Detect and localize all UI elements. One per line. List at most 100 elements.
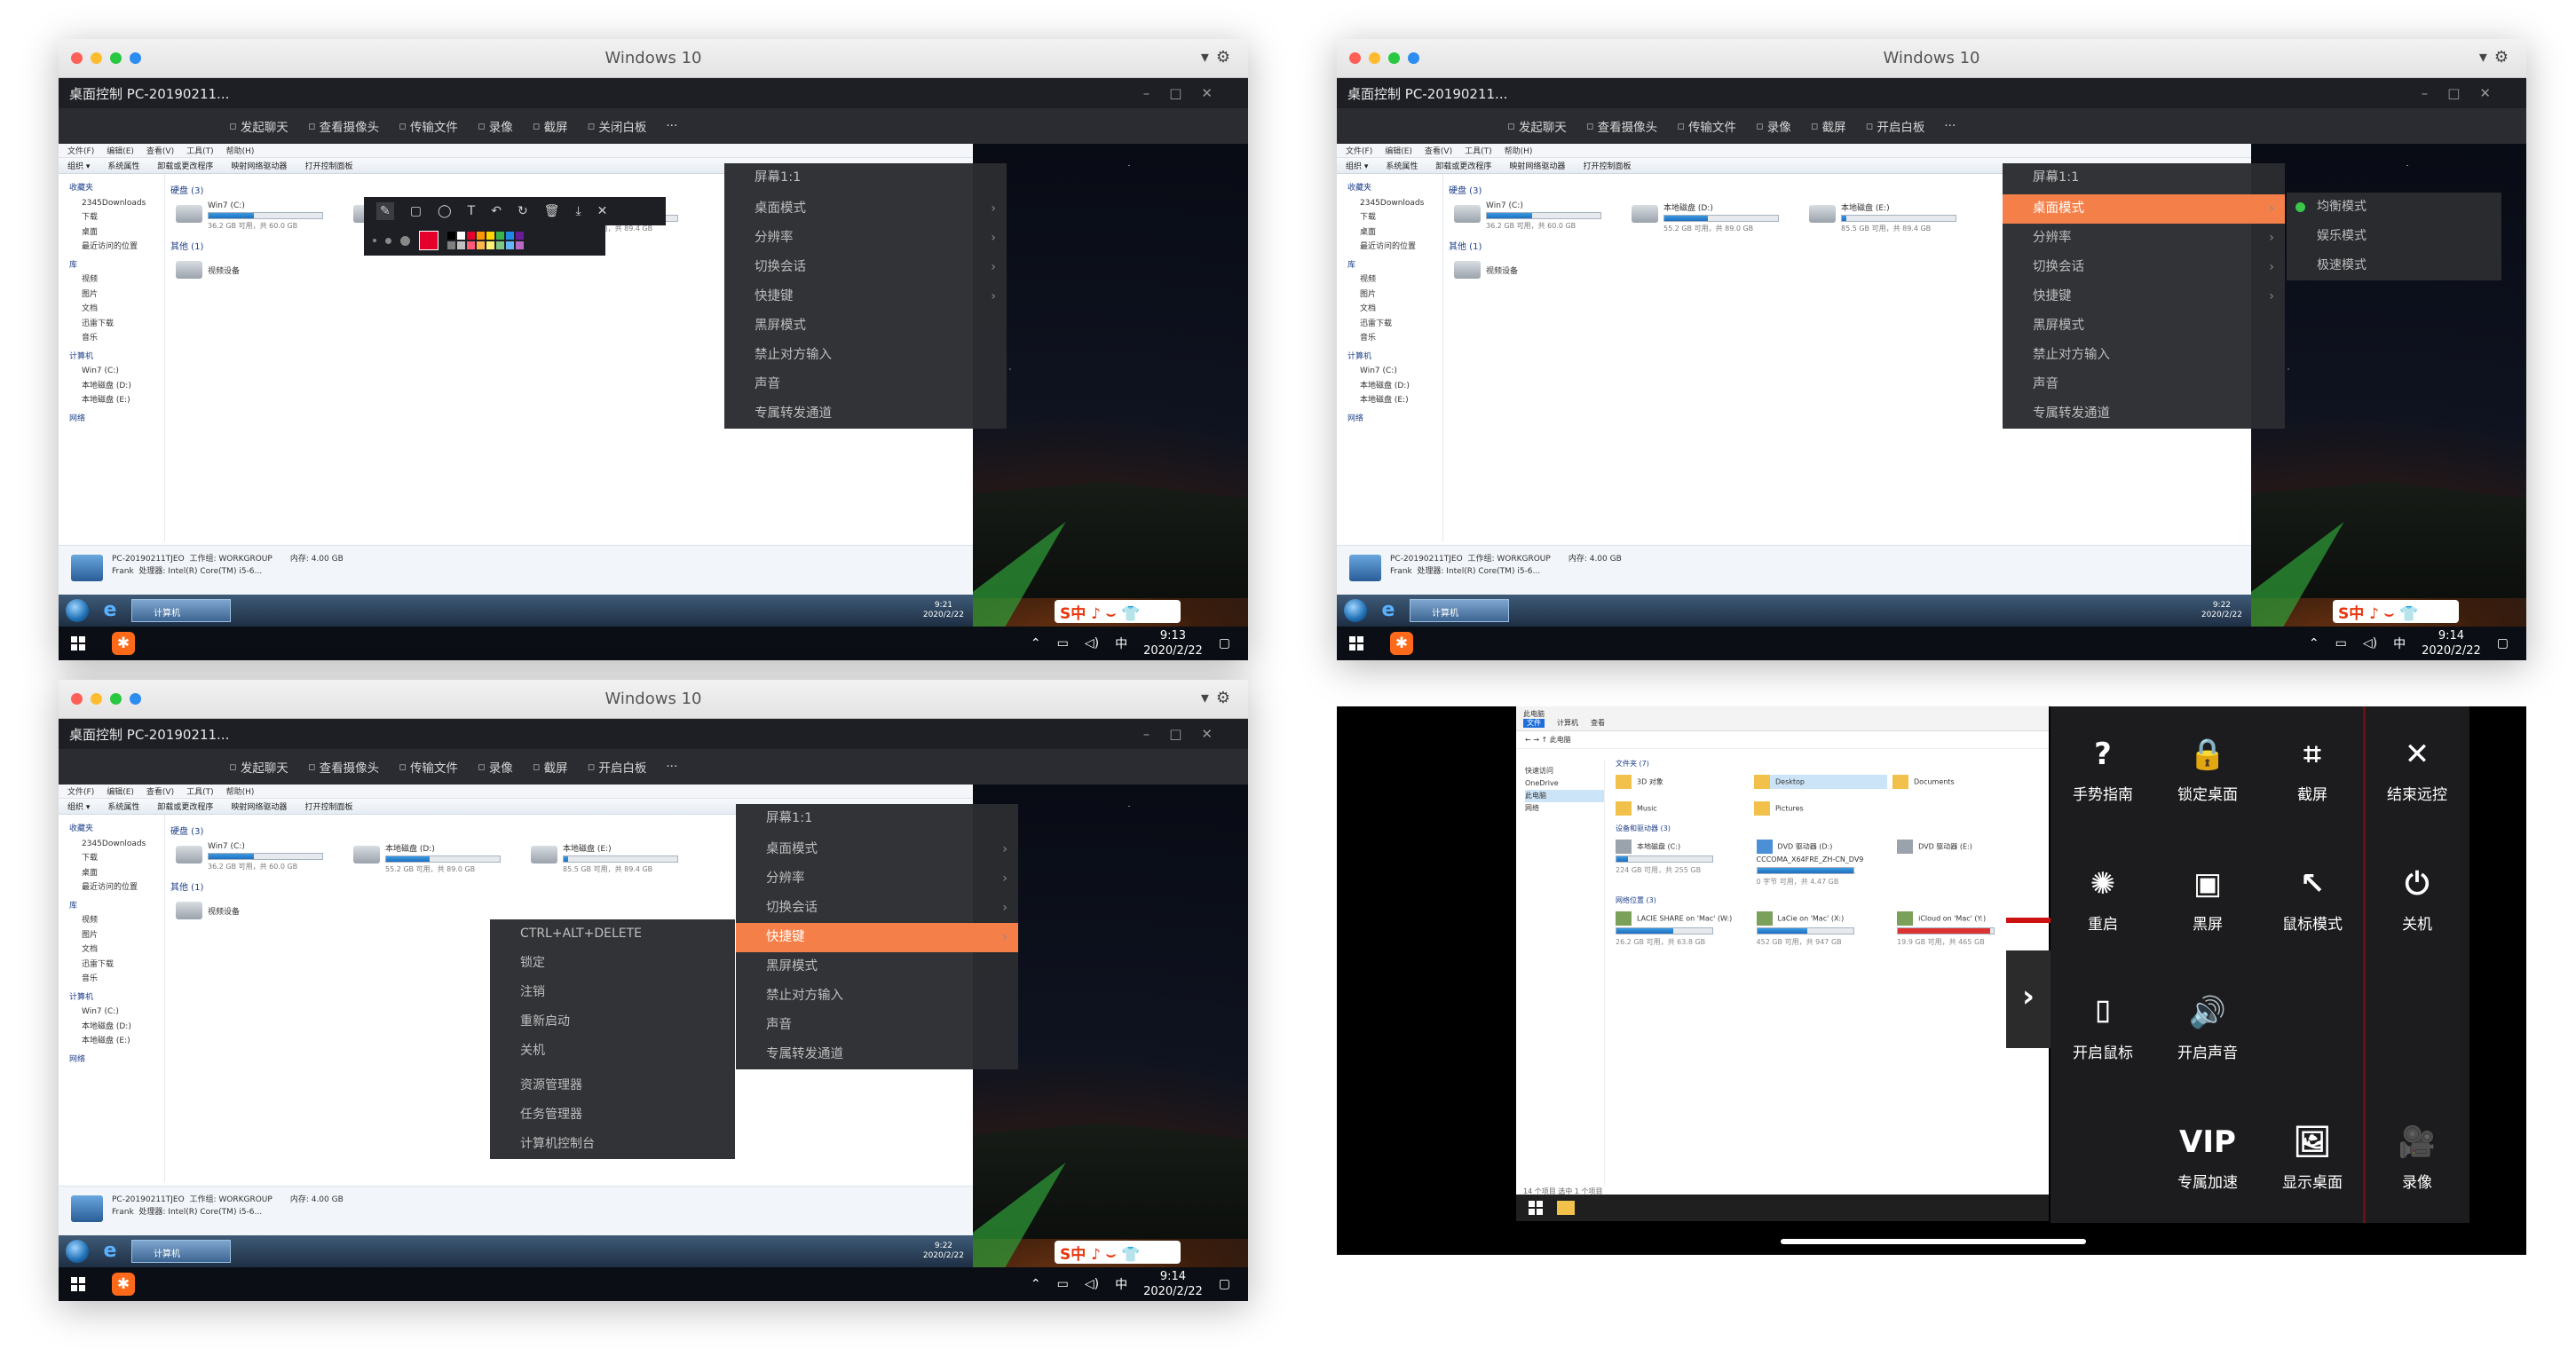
explorer-sidebar-item[interactable]: 计算机 [1347, 350, 1442, 365]
windows-start-icon[interactable] [1349, 636, 1363, 651]
explorer-command[interactable]: 映射网络驱动器 [231, 160, 287, 171]
explorer-menu-item[interactable]: 查看(V) [146, 145, 174, 156]
menu-item[interactable]: 快捷键 › [724, 282, 1007, 311]
tray-network-icon[interactable]: ▭ [1057, 1277, 1069, 1291]
taskbar-computer-button[interactable]: 计算机 [131, 599, 231, 622]
menu-item[interactable]: 声音 [736, 1011, 1018, 1040]
ipad-net-w[interactable]: LACIE SHARE on 'Mac' (W:) 26.2 GB 可用，共 63… [1616, 911, 1749, 948]
shortcut-option[interactable]: 计算机控制台 [490, 1130, 735, 1159]
menu-item[interactable]: 禁止对方输入 [2003, 341, 2285, 370]
ipad-address-bar[interactable]: ← → ↑ 此电脑 [1516, 731, 2049, 749]
explorer-sidebar-item[interactable]: 下载 [69, 851, 164, 866]
menu-item[interactable]: 切换会话 › [736, 894, 1018, 923]
gesture-cell[interactable]: ⏻ 关机 [2365, 836, 2469, 966]
drive-item[interactable]: Win7 (C:) 36.2 GB 可用，共 60.0 GB [1454, 201, 1605, 233]
gesture-cell[interactable]: 🔒 锁定桌面 [2155, 706, 2260, 836]
explorer-sidebar-item[interactable]: 文档 [1347, 302, 1442, 317]
chevron-down-icon[interactable]: ▾ [2479, 48, 2494, 67]
remote-window-buttons[interactable]: –□✕ [1143, 726, 1232, 742]
explorer-menu-item[interactable]: 编辑(E) [107, 145, 134, 156]
explorer-sidebar-item[interactable]: 本地磁盘 (E:) [69, 393, 164, 408]
explorer-command[interactable]: 打开控制面板 [1583, 160, 1631, 171]
explorer-menu-item[interactable]: 编辑(E) [1385, 145, 1412, 156]
gesture-cell[interactable]: VIP 专属加速 [2155, 1094, 2260, 1224]
ipad-side-network[interactable]: 网络 [1525, 802, 1604, 815]
win10-clock[interactable]: 9:14 2020/2/22 [2422, 628, 2481, 658]
toolbar-item[interactable]: ▫ 录像 [478, 758, 513, 777]
toolbar-item[interactable]: ▫ 录像 [1756, 117, 1791, 136]
gesture-cell[interactable]: ⌷ 开启鼠标 [2051, 965, 2155, 1094]
drive-item[interactable]: 本地磁盘 (D:) 55.2 GB 可用，共 89.0 GB [353, 842, 504, 874]
tray-chevron-icon[interactable]: ⌃ [1031, 1277, 1041, 1291]
taskbar-computer-button[interactable]: 计算机 [1410, 599, 1509, 622]
menu-item[interactable]: 分辨率 › [2003, 224, 2285, 253]
drive-item[interactable]: Win7 (C:) 36.2 GB 可用，共 60.0 GB [176, 201, 327, 233]
toolbar-item[interactable]: ▫ 截屏 [533, 117, 568, 136]
ipad-folder-item[interactable]: Pictures [1754, 801, 1887, 816]
tray-chevron-icon[interactable]: ⌃ [2309, 636, 2319, 651]
ipad-device-e[interactable]: DVD 驱动器 (E:) [1897, 840, 2030, 854]
ipad-folder-item[interactable]: Desktop [1754, 775, 1887, 789]
explorer-menu-item[interactable]: 编辑(E) [107, 785, 134, 797]
win7-clock[interactable]: 9:22 2020/2/22 [2201, 601, 2242, 620]
explorer-sidebar-item[interactable]: 音乐 [1347, 331, 1442, 346]
explorer-sidebar-item[interactable]: 音乐 [69, 972, 164, 987]
ipad-device-c[interactable]: 本地磁盘 (C:) 224 GB 可用，共 255 GB [1616, 840, 1749, 876]
explorer-menu-item[interactable]: 查看(V) [1425, 145, 1452, 156]
explorer-sidebar-item[interactable]: 2345Downloads [69, 837, 164, 852]
explorer-sidebar-item[interactable]: 最近访问的位置 [1347, 240, 1442, 255]
tray-network-icon[interactable]: ▭ [2335, 636, 2347, 651]
ie-icon[interactable]: e [1378, 600, 1399, 621]
color-swatch[interactable] [486, 241, 494, 249]
color-swatch[interactable] [467, 232, 475, 240]
draw-tool-button[interactable]: ▢ [410, 204, 422, 218]
shortcut-option[interactable]: 锁定 [490, 949, 735, 978]
shortcut-option[interactable]: 关机 [490, 1037, 735, 1066]
shortcut-option[interactable]: 任务管理器 [490, 1100, 735, 1130]
ipad-ribbon-file[interactable]: 文件 [1523, 719, 1545, 728]
ie-icon[interactable]: e [99, 600, 121, 621]
explorer-sidebar-item[interactable]: 迅雷下载 [69, 958, 164, 973]
explorer-sidebar-item[interactable]: 本地磁盘 (E:) [69, 1034, 164, 1049]
draw-tool-button[interactable]: ↻ [518, 204, 528, 218]
ie-icon[interactable]: e [99, 1241, 121, 1262]
color-swatch[interactable] [447, 241, 455, 249]
explorer-sidebar-item[interactable]: 2345Downloads [1347, 196, 1442, 211]
explorer-sidebar-item[interactable]: 下载 [69, 210, 164, 225]
toolbar-item[interactable]: ▫ 传输文件 [399, 117, 458, 136]
explorer-command[interactable]: 系统属性 [107, 160, 139, 171]
explorer-command[interactable]: 系统属性 [107, 800, 139, 812]
shortcut-option[interactable]: 资源管理器 [490, 1071, 735, 1100]
explorer-menu-item[interactable]: 文件(F) [1346, 145, 1372, 156]
explorer-command[interactable]: 卸载或更改程序 [157, 800, 213, 812]
remote-app-icon[interactable]: ✱ [1390, 632, 1413, 655]
sogou-ime-bar[interactable]: S中 ♪ ⌣ 👕 [2333, 600, 2459, 623]
drive-item[interactable]: 本地磁盘 (E:) 85.5 GB 可用，共 89.4 GB [1809, 201, 1960, 233]
menu-item[interactable]: 屏幕1:1 [724, 163, 1007, 193]
explorer-sidebar-item[interactable]: 视频 [69, 272, 164, 288]
collapse-panel-button[interactable]: › [2006, 950, 2051, 1048]
remote-screen[interactable]: 桌面控制 PC-20190211... –□✕ ▫ 发起聊天 ▫ 查看摄像头 ▫ 传输文件 ▫… [59, 719, 1248, 1301]
explorer-sidebar-item[interactable]: 视频 [1347, 272, 1442, 288]
explorer-sidebar-item[interactable]: 图片 [69, 288, 164, 303]
draw-tool-button[interactable]: T [468, 204, 476, 218]
explorer-sidebar-item[interactable]: 迅雷下载 [69, 317, 164, 332]
explorer-sidebar-item[interactable]: 本地磁盘 (D:) [69, 379, 164, 394]
menu-item[interactable]: 专属转发通道 [736, 1040, 1018, 1069]
drive-item[interactable]: Win7 (C:) 36.2 GB 可用，共 60.0 GB [176, 842, 327, 874]
menu-item[interactable]: 专属转发通道 [724, 399, 1007, 429]
explorer-sidebar-item[interactable]: 库 [69, 899, 164, 914]
sogou-ime-bar[interactable]: S中 ♪ ⌣ 👕 [1055, 1241, 1181, 1264]
remote-window-buttons[interactable]: –□✕ [1143, 85, 1232, 101]
explorer-menu-item[interactable]: 帮助(H) [226, 785, 255, 797]
menu-item[interactable]: 快捷键 › [2003, 282, 2285, 311]
win7-start-orb-icon[interactable] [66, 1240, 89, 1263]
notification-icon[interactable]: ▢ [1219, 636, 1230, 651]
color-swatch[interactable] [486, 232, 494, 240]
color-swatch[interactable] [516, 232, 524, 240]
gesture-cell[interactable]: 🖼 显示桌面 [2260, 1094, 2365, 1224]
explorer-menu-item[interactable]: 文件(F) [67, 145, 94, 156]
explorer-menu-item[interactable]: 帮助(H) [226, 145, 255, 156]
more-button[interactable]: ··· [1944, 119, 1956, 133]
color-swatch[interactable] [467, 241, 475, 249]
